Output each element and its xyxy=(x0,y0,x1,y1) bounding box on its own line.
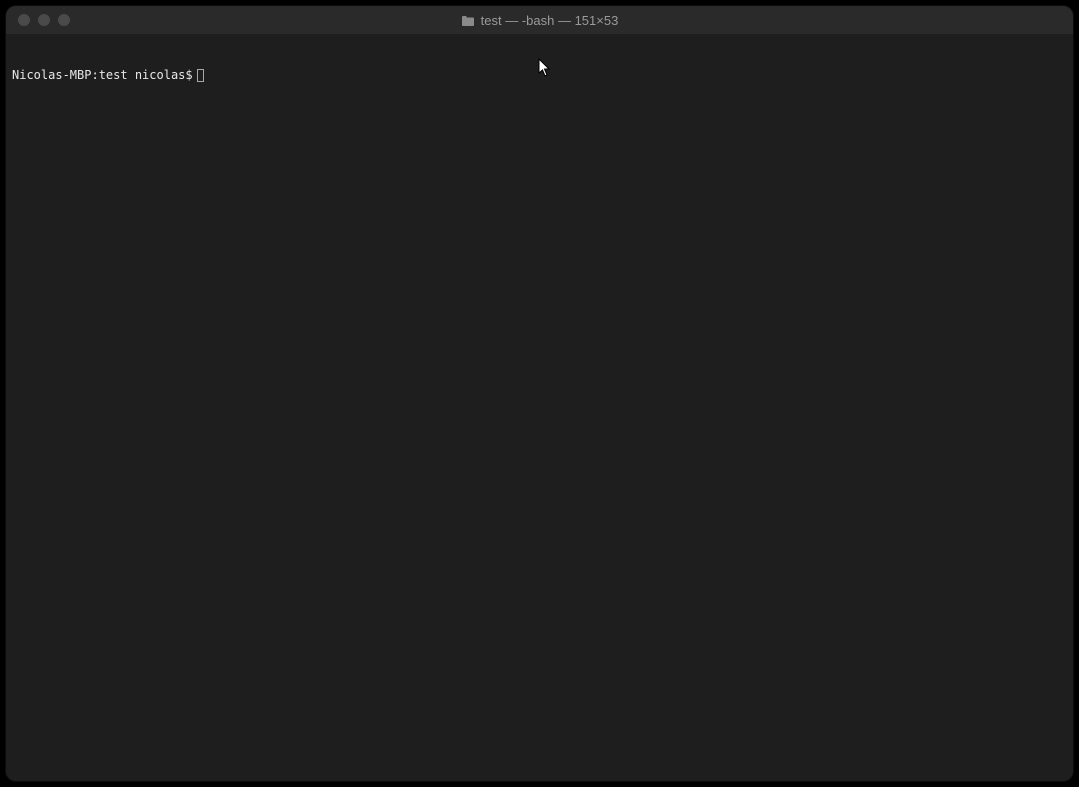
traffic-lights xyxy=(6,14,70,26)
folder-icon xyxy=(461,15,475,26)
text-cursor xyxy=(197,69,204,82)
terminal-body[interactable]: Nicolas-MBP:test nicolas$ xyxy=(6,34,1073,781)
terminal-window: test — -bash — 151×53 Nicolas-MBP:test n… xyxy=(6,6,1073,781)
window-title-content: test — -bash — 151×53 xyxy=(6,6,1073,34)
close-button[interactable] xyxy=(18,14,30,26)
window-titlebar[interactable]: test — -bash — 151×53 xyxy=(6,6,1073,34)
prompt-line: Nicolas-MBP:test nicolas$ xyxy=(12,68,1067,83)
window-title: test — -bash — 151×53 xyxy=(481,13,619,28)
maximize-button[interactable] xyxy=(58,14,70,26)
shell-prompt: Nicolas-MBP:test nicolas$ xyxy=(12,68,193,83)
minimize-button[interactable] xyxy=(38,14,50,26)
